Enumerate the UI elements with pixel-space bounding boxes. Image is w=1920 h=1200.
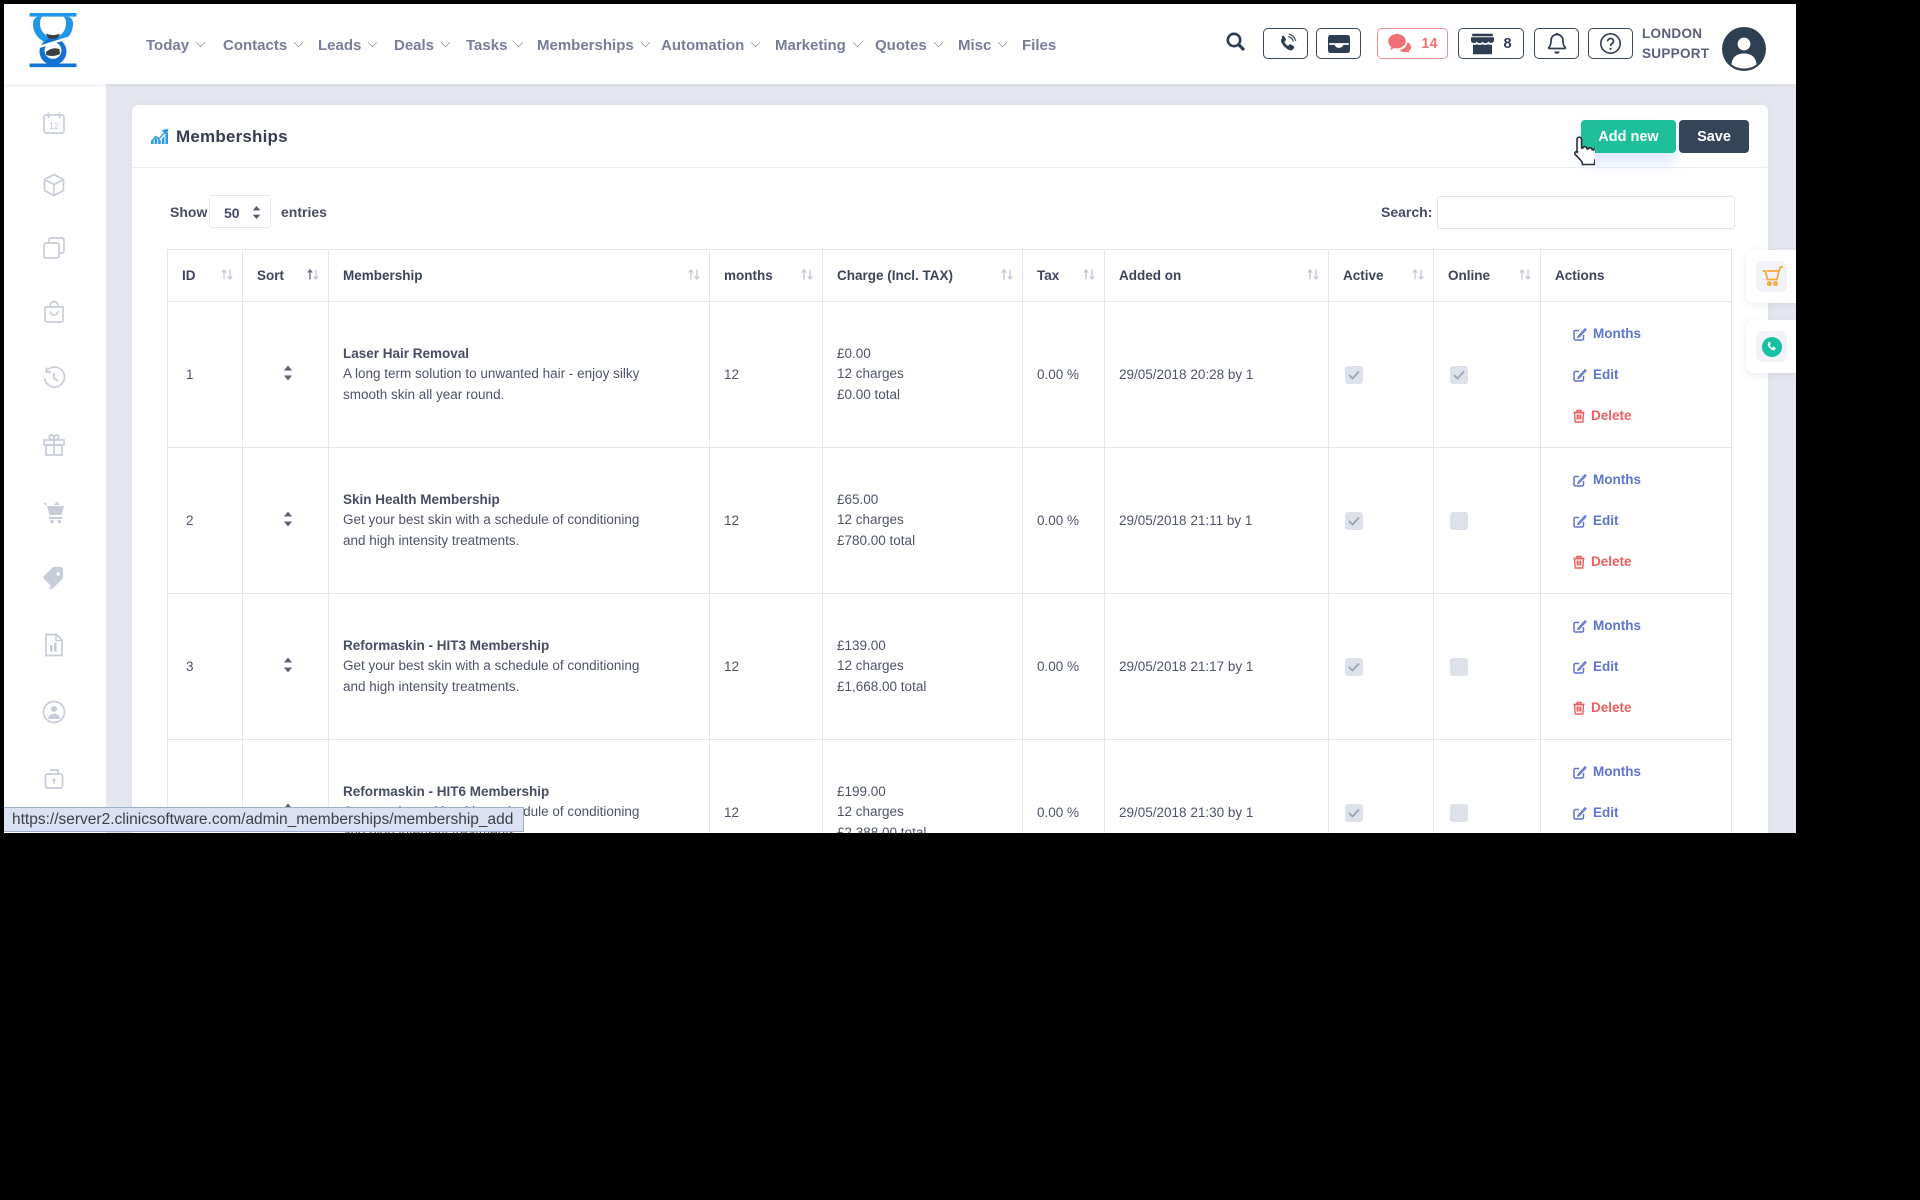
svg-text:12: 12 (49, 121, 59, 131)
